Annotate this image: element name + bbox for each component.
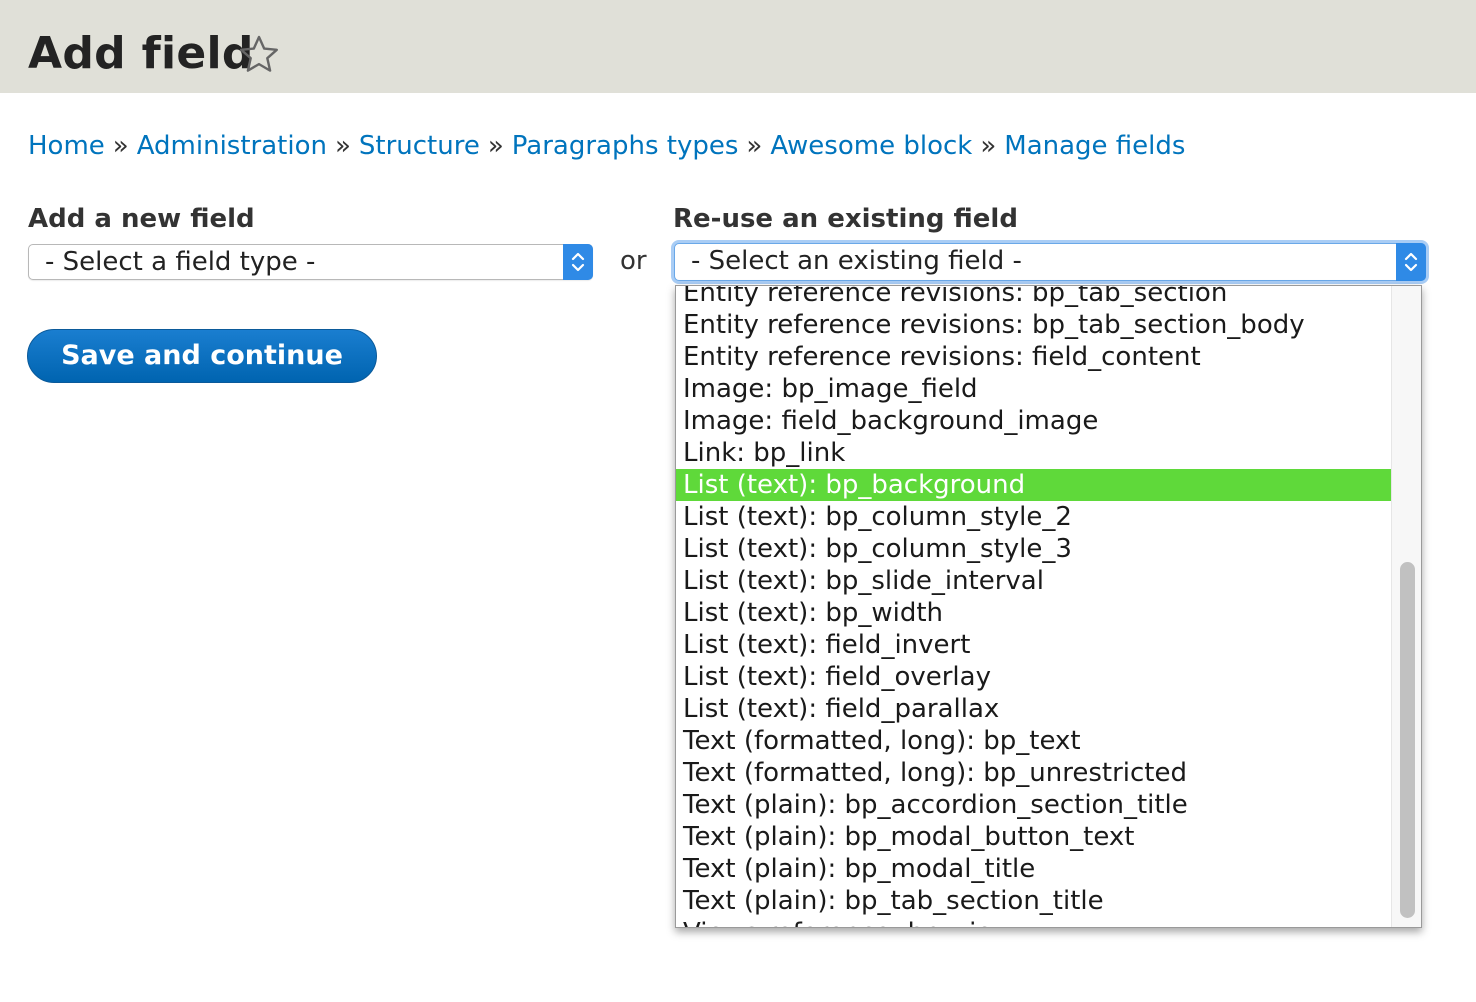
breadcrumb-separator: » bbox=[112, 131, 129, 161]
existing-field-dropdown: Entity reference revisions: bp_tab_secti… bbox=[675, 285, 1422, 928]
option-item[interactable]: Image: field_background_image bbox=[676, 405, 1392, 437]
option-item[interactable]: Text (plain): bp_modal_button_text bbox=[676, 821, 1392, 853]
option-item[interactable]: Views reference: bp_view bbox=[676, 917, 1392, 927]
star-icon[interactable] bbox=[238, 34, 280, 74]
breadcrumb-link-paragraphs-types[interactable]: Paragraphs types bbox=[512, 131, 739, 161]
breadcrumb-link-administration[interactable]: Administration bbox=[137, 131, 327, 161]
add-new-field-label: Add a new field bbox=[28, 204, 255, 234]
breadcrumb-link-structure[interactable]: Structure bbox=[359, 131, 480, 161]
option-item[interactable]: List (text): bp_slide_interval bbox=[676, 565, 1392, 597]
option-item[interactable]: List (text): bp_column_style_3 bbox=[676, 533, 1392, 565]
page-header: Add field bbox=[0, 0, 1476, 93]
dropdown-scrollbar-thumb[interactable] bbox=[1400, 562, 1415, 918]
page-title: Add field bbox=[28, 28, 254, 79]
or-separator: or bbox=[620, 246, 647, 276]
option-item[interactable]: Entity reference revisions: bp_tab_secti… bbox=[676, 309, 1392, 341]
option-item[interactable]: Entity reference revisions: field_conten… bbox=[676, 341, 1392, 373]
reuse-existing-field-label: Re-use an existing field bbox=[673, 204, 1018, 234]
field-type-select[interactable]: - Select a field type - bbox=[28, 244, 593, 280]
option-item[interactable]: Text (formatted, long): bp_text bbox=[676, 725, 1392, 757]
option-item[interactable]: List (text): bp_width bbox=[676, 597, 1392, 629]
option-item[interactable]: Entity reference revisions: bp_tab_secti… bbox=[676, 286, 1392, 309]
option-item[interactable]: List (text): field_overlay bbox=[676, 661, 1392, 693]
field-type-select-value: - Select a field type - bbox=[45, 247, 316, 277]
breadcrumb-link-manage-fields[interactable]: Manage fields bbox=[1004, 131, 1185, 161]
option-item[interactable]: Text (plain): bp_modal_title bbox=[676, 853, 1392, 885]
add-field-page: Add field Home» Administration» Structure»… bbox=[0, 0, 1476, 1002]
option-item[interactable]: Text (formatted, long): bp_unrestricted bbox=[676, 757, 1392, 789]
option-item[interactable]: List (text): field_invert bbox=[676, 629, 1392, 661]
breadcrumb-separator: » bbox=[746, 131, 763, 161]
option-item[interactable]: List (text): bp_column_style_2 bbox=[676, 501, 1392, 533]
breadcrumb: Home» Administration» Structure» Paragraphs… bbox=[28, 128, 1185, 164]
option-item[interactable]: Text (plain): bp_tab_section_title bbox=[676, 885, 1392, 917]
option-item-highlighted[interactable]: List (text): bp_background bbox=[676, 469, 1392, 501]
existing-field-select[interactable]: - Select an existing field - bbox=[674, 243, 1426, 281]
select-stepper-icon bbox=[1396, 243, 1426, 281]
save-and-continue-button[interactable]: Save and continue bbox=[27, 329, 377, 383]
dropdown-scrollbar-track[interactable] bbox=[1391, 286, 1421, 927]
breadcrumb-separator: » bbox=[334, 131, 351, 161]
breadcrumb-link-awesome-block[interactable]: Awesome block bbox=[770, 131, 972, 161]
select-stepper-icon bbox=[563, 244, 593, 280]
breadcrumb-separator: » bbox=[487, 131, 504, 161]
option-item[interactable]: Image: bp_image_field bbox=[676, 373, 1392, 405]
existing-field-options: Entity reference revisions: bp_tab_secti… bbox=[676, 286, 1392, 927]
breadcrumb-link-home[interactable]: Home bbox=[28, 131, 105, 161]
existing-field-select-value: - Select an existing field - bbox=[691, 246, 1022, 276]
option-item[interactable]: Link: bp_link bbox=[676, 437, 1392, 469]
breadcrumb-separator: » bbox=[980, 131, 997, 161]
option-item[interactable]: Text (plain): bp_accordion_section_title bbox=[676, 789, 1392, 821]
option-item[interactable]: List (text): field_parallax bbox=[676, 693, 1392, 725]
